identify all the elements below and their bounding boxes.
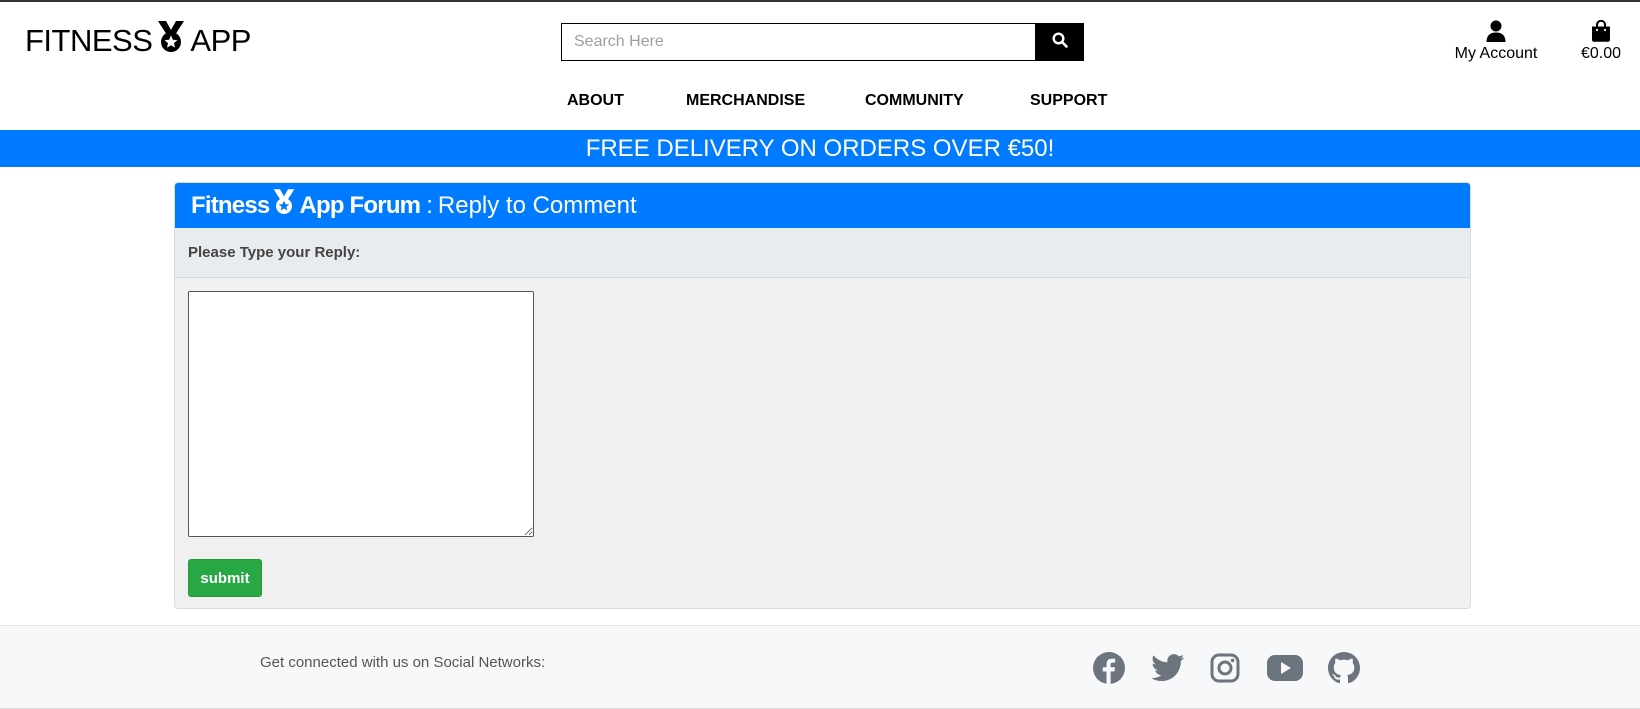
my-account-label: My Account <box>1454 45 1538 62</box>
my-account-link[interactable]: My Account <box>1446 16 1546 63</box>
shopping-bag-icon <box>1570 16 1632 42</box>
site-logo[interactable]: FITNESS APP <box>25 21 251 61</box>
nav-item-merchandise[interactable]: MERCHANDISE <box>686 92 805 110</box>
card-header: Fitness App Forum : Reply to Comment <box>175 183 1470 228</box>
delivery-banner: FREE DELIVERY ON ORDERS OVER €50! <box>0 130 1640 167</box>
facebook-icon[interactable] <box>1092 651 1126 685</box>
search-input[interactable] <box>561 23 1035 61</box>
twitter-icon[interactable] <box>1151 651 1185 685</box>
forum-brand-word2: App Forum <box>299 191 421 219</box>
social-connect-text: Get connected with us on Social Networks… <box>260 654 546 671</box>
page-title: Reply to Comment <box>437 191 637 219</box>
forum-brand: Fitness App Forum <box>191 189 421 222</box>
logo-word-fitness: FITNESS <box>25 23 153 58</box>
youtube-icon[interactable] <box>1267 651 1303 685</box>
instagram-icon[interactable] <box>1208 651 1242 685</box>
reply-prompt: Please Type your Reply: <box>175 228 1470 278</box>
cart-total: €0.00 <box>1580 45 1622 62</box>
top-border <box>0 0 1640 2</box>
logo-word-app: APP <box>190 23 251 58</box>
nav-item-about[interactable]: ABOUT <box>567 92 624 110</box>
forum-brand-word1: Fitness <box>191 191 270 219</box>
delivery-banner-text: FREE DELIVERY ON ORDERS OVER €50! <box>585 134 1055 162</box>
main-nav: ABOUT MERCHANDISE COMMUNITY SUPPORT <box>0 92 1640 114</box>
reply-prompt-label: Please Type your Reply: <box>188 244 361 261</box>
github-icon[interactable] <box>1327 651 1361 685</box>
medal-icon <box>272 189 296 222</box>
reply-textarea[interactable] <box>188 291 534 537</box>
reply-card: Fitness App Forum : Reply to Comment Ple… <box>174 182 1471 609</box>
footer: Get connected with us on Social Networks… <box>0 625 1640 709</box>
submit-button[interactable]: submit <box>188 559 262 597</box>
search-bar <box>561 23 1084 61</box>
medal-icon <box>156 21 186 61</box>
user-icon <box>1446 16 1546 42</box>
nav-item-community[interactable]: COMMUNITY <box>865 92 964 110</box>
search-icon <box>1051 31 1068 53</box>
nav-item-support[interactable]: SUPPORT <box>1030 92 1107 110</box>
cart-link[interactable]: €0.00 <box>1570 16 1632 63</box>
title-separator: : <box>426 191 433 219</box>
search-button[interactable] <box>1035 23 1084 61</box>
